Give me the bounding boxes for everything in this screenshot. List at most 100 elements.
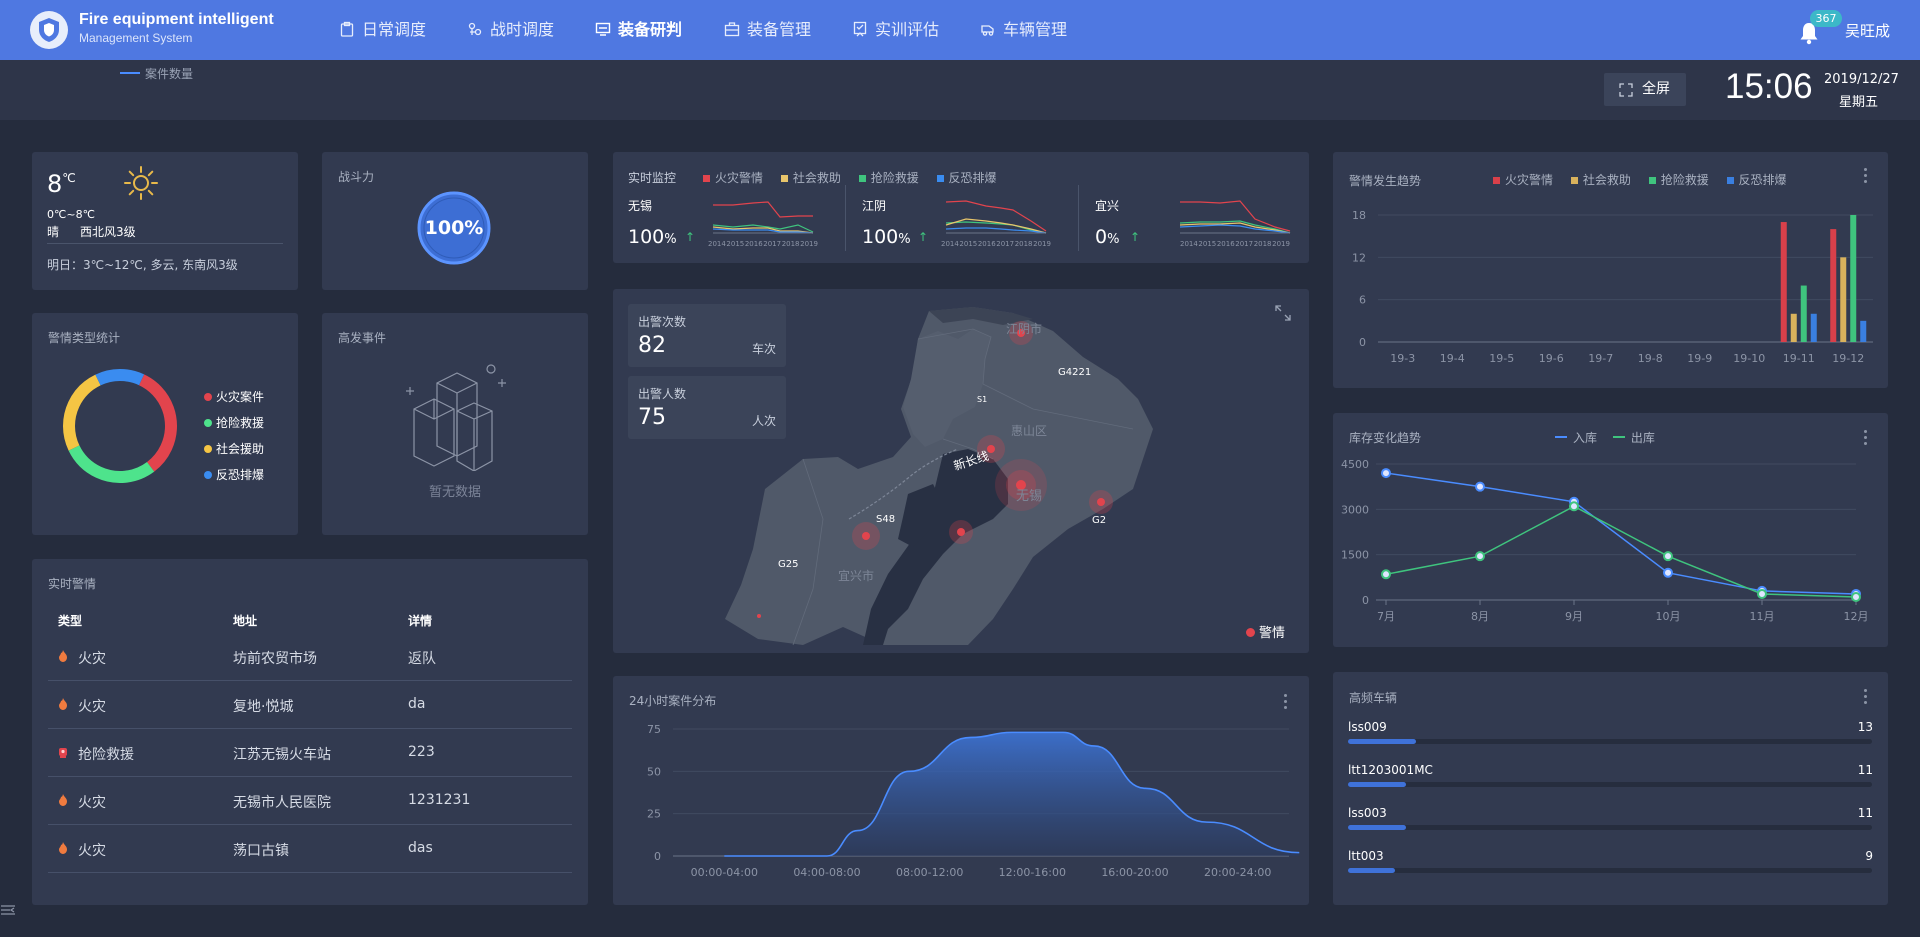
legend-line-marker: [120, 72, 140, 74]
x-tick-label: 08:00-12:00: [896, 866, 963, 879]
divider: [1078, 185, 1079, 251]
dispatch-label: 出警次数: [638, 315, 687, 329]
nav-equipment-management[interactable]: 装备管理: [724, 0, 811, 60]
data-point: [1381, 468, 1391, 479]
clipboard-icon: [340, 21, 354, 37]
legend-item[interactable]: 反恐排爆: [204, 462, 264, 488]
vehicle-progress-track: [1348, 825, 1872, 830]
weather-temperature: 8℃: [47, 170, 76, 198]
x-tick-label: 19-5: [1489, 352, 1514, 365]
data-point: [1663, 551, 1673, 562]
city-name: 江阴: [862, 199, 887, 213]
map-label: S48: [876, 514, 896, 525]
nav-wartime-dispatch[interactable]: 战时调度: [467, 0, 554, 60]
vehicle-count: 9: [1865, 849, 1873, 863]
x-tick-label: 19-10: [1733, 352, 1765, 365]
legend-item[interactable]: 社会援助: [204, 436, 264, 462]
y-tick-label: 0: [1362, 594, 1369, 607]
y-tick-label: 0: [654, 850, 661, 863]
column-header-address: 地址: [233, 614, 258, 628]
data-point: [1757, 588, 1767, 599]
cell-detail: 223: [408, 744, 435, 760]
table-row[interactable]: 火灾 复地·悦城 da: [48, 681, 572, 729]
sidebar-toggle-icon[interactable]: [0, 904, 16, 916]
x-tick-label: 19-6: [1539, 352, 1564, 365]
more-menu-icon[interactable]: [1864, 689, 1868, 705]
flame-icon: [59, 842, 67, 854]
x-tick-label: 04:00-08:00: [793, 866, 860, 879]
map-legend: 警情: [1246, 622, 1285, 641]
user-name[interactable]: 吴旺成: [1845, 20, 1890, 41]
people-label: 出警人数: [638, 387, 687, 401]
card-title: 警情类型统计: [48, 331, 121, 345]
map-card: 江阴市 G4221 惠山区 新长线 无锡 S48 G25 宜兴市 G2 S1 出…: [613, 289, 1309, 653]
x-tick-label: 7月: [1377, 610, 1395, 623]
up-arrow-icon: ↑: [918, 230, 929, 244]
legend-label: 案件数量: [145, 67, 194, 81]
nav-label: 日常调度: [362, 20, 427, 39]
y-tick-label: 50: [647, 765, 661, 778]
x-tick-label: 19-4: [1440, 352, 1465, 365]
legend-item[interactable]: 社会救助: [780, 171, 841, 185]
clock-time: 15:06: [1725, 67, 1813, 106]
vehicle-name: ltt003: [1348, 849, 1384, 863]
legend-item[interactable]: 火灾警情: [703, 171, 763, 185]
weather-range: 0℃~8℃: [47, 208, 95, 221]
legend-item[interactable]: 火灾案件: [204, 384, 264, 410]
top-navbar: Fire equipment intelligent Management Sy…: [0, 0, 1920, 60]
vehicle-progress-track: [1348, 782, 1872, 787]
table-row[interactable]: 抢险救援 江苏无锡火车站 223: [48, 729, 572, 777]
table-row[interactable]: 火灾 荡口古镇 das: [48, 825, 572, 873]
vehicle-progress-track: [1348, 739, 1872, 744]
nav-training-evaluation[interactable]: 实训评估: [852, 0, 939, 60]
cell-type: 火灾: [78, 843, 106, 859]
cell-address: 坊前农贸市场: [233, 651, 317, 667]
city-name: 宜兴: [1095, 199, 1120, 213]
y-tick-label: 4500: [1341, 458, 1369, 471]
x-tick-label: 11月: [1750, 610, 1775, 623]
nav-vehicle-management[interactable]: 车辆管理: [980, 0, 1067, 60]
table-row[interactable]: 火灾 坊前农贸市场 返队: [48, 633, 572, 681]
cell-address: 荡口古镇: [233, 843, 289, 859]
legend-item[interactable]: 抢险救援: [858, 171, 919, 185]
y-tick-label: 0: [1359, 336, 1366, 349]
cell-address: 复地·悦城: [233, 699, 294, 715]
personnel-count-box: 出警人数 75 人次: [628, 376, 786, 439]
sparkline-axis: 2014 2015 2016 2017 2018 2019: [941, 240, 1051, 248]
realtime-monitor-card: 实时监控 火灾警情 社会救助 抢险救援 反恐排爆 无锡 100% ↑ 2014 2…: [613, 152, 1309, 263]
legend-item[interactable]: 反恐排爆: [936, 171, 997, 185]
people-value: 75: [638, 405, 666, 430]
vehicle-name: lss009: [1348, 720, 1387, 734]
vehicle-progress-bar: [1348, 825, 1406, 830]
cell-type: 火灾: [78, 699, 106, 715]
bar: [1790, 313, 1797, 342]
table-row[interactable]: 火灾 无锡市人民医院 1231231: [48, 777, 572, 825]
card-title: 战斗力: [338, 170, 375, 184]
vehicle-icon: [981, 25, 994, 36]
nav-label: 战时调度: [490, 20, 555, 39]
nav-equipment-analysis[interactable]: 装备研判: [595, 0, 682, 60]
fullscreen-label: 全屏: [1642, 81, 1670, 97]
cell-address: 无锡市人民医院: [233, 795, 331, 811]
nav-daily-dispatch[interactable]: 日常调度: [339, 0, 426, 60]
cell-detail: 返队: [408, 651, 436, 667]
x-tick-label: 19-11: [1783, 352, 1815, 365]
dispatch-unit: 车次: [751, 342, 776, 356]
fullscreen-button[interactable]: 全屏: [1604, 73, 1686, 106]
bar: [1830, 229, 1837, 342]
y-tick-label: 12: [1352, 251, 1366, 264]
monitor-icon: [595, 22, 611, 36]
city-name: 无锡: [628, 199, 653, 213]
x-tick-label: 16:00-20:00: [1101, 866, 1168, 879]
stock-trend-card: 库存变化趋势 入库 出库 0 1500 3000 4500 7月 8月 9月 10月 11月 12…: [1333, 413, 1888, 647]
expand-icon[interactable]: [1275, 305, 1291, 321]
bar: [1780, 222, 1787, 342]
vehicle-name: ltt1203001MC: [1348, 763, 1433, 777]
card-title: 实时监控: [628, 171, 677, 185]
legend-item[interactable]: 抢险救援: [204, 410, 264, 436]
combat-power-card: 战斗力 100%: [322, 152, 588, 290]
vehicle-progress-bar: [1348, 739, 1417, 744]
cell-type: 火灾: [78, 651, 106, 667]
nav-label: 车辆管理: [1003, 20, 1068, 39]
x-tick-label: 19-3: [1390, 352, 1415, 365]
